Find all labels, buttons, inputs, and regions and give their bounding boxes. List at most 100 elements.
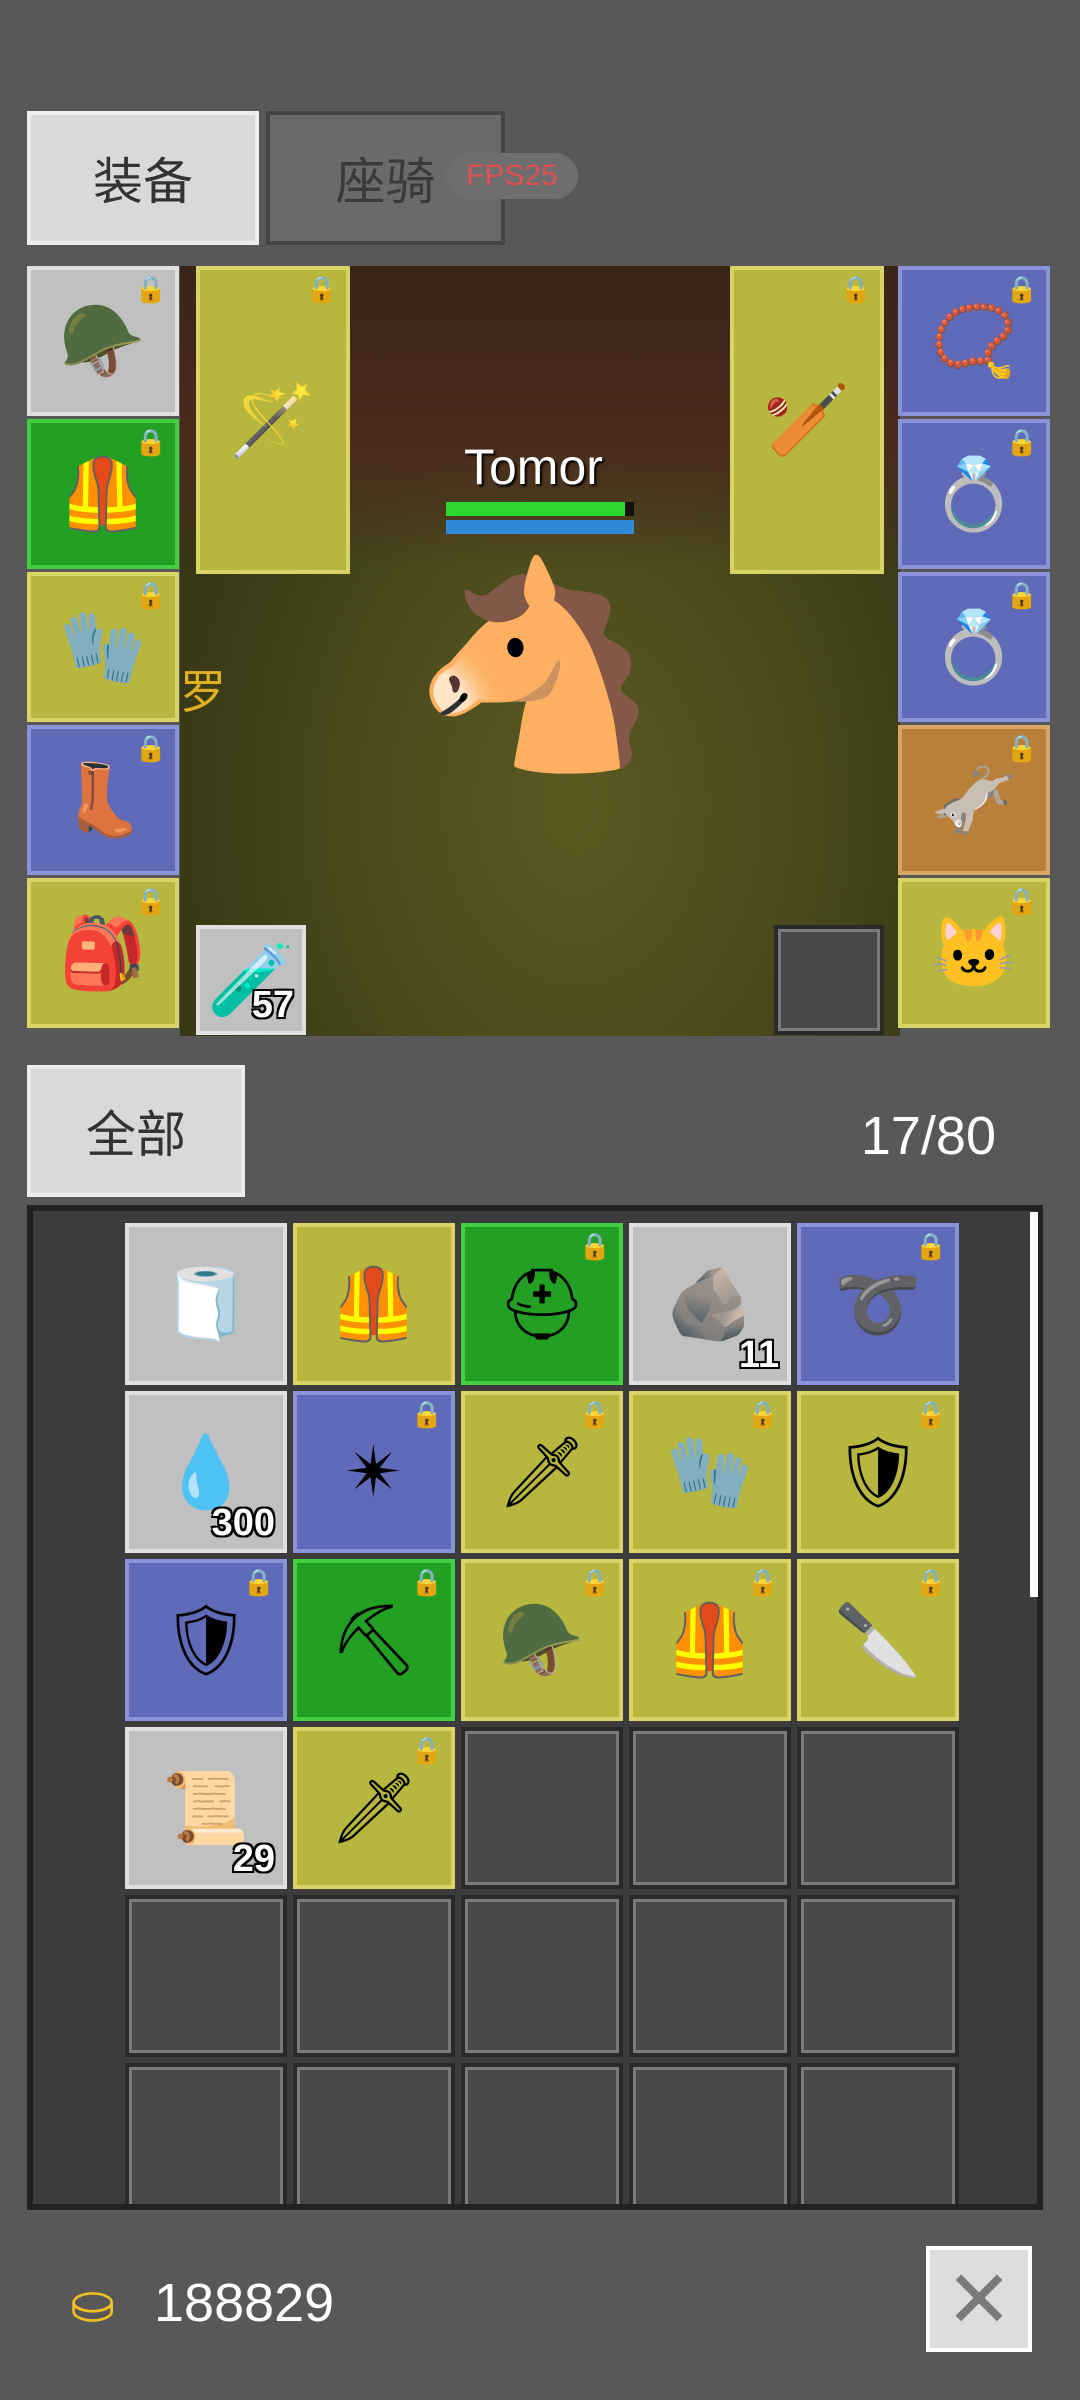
empty-inventory-slot[interactable] (293, 1895, 455, 2057)
right-equip-slot[interactable]: 🐱 🔒 (898, 878, 1050, 1028)
inventory-slot[interactable]: 🛡 🔒 (797, 1391, 959, 1553)
lock-icon: 🔒 (410, 1735, 443, 1765)
blue-gem-icon: 💧 (162, 1433, 250, 1511)
lock-icon: 🔒 (578, 1567, 611, 1597)
lock-icon: 🔒 (578, 1399, 611, 1429)
inventory-grid[interactable]: 🧻 🦺 ⛑ 🔒 🪨 11 ➰ 🔒 💧 300 ✴ 🔒 🗡 🔒 🧤 🔒 🛡 🔒 🛡 🔒 ⛏ 🔒 🪖 🔒 🦺 🔒 🔪 🔒 📜 29 🗡 🔒 (27, 1205, 1043, 2210)
inventory-scrollbar[interactable] (1030, 1212, 1038, 1597)
lock-icon: 🔒 (1005, 427, 1038, 457)
glove-icon: 🧤 (59, 608, 147, 686)
left-equip-slot[interactable]: 🎒 🔒 (27, 878, 179, 1028)
lock-icon: 🔒 (746, 1399, 779, 1429)
hp-bar-track (446, 502, 634, 516)
gold-helm-icon: ⛑ (497, 1265, 587, 1343)
inventory-slot[interactable]: ⛑ 🔒 (461, 1223, 623, 1385)
lock-icon: 🔒 (578, 1231, 611, 1261)
ore-icon: 🪨 (666, 1265, 754, 1343)
lock-icon: 🔒 (1005, 733, 1038, 763)
inventory-slot[interactable]: ⛏ 🔒 (293, 1559, 455, 1721)
character-name: Tomor (464, 439, 603, 495)
inventory-slot[interactable]: 💧 300 (125, 1391, 287, 1553)
inventory-slot[interactable]: 🧻 (125, 1223, 287, 1385)
empty-inventory-slot[interactable] (461, 2063, 623, 2204)
helmet-icon: 🪖 (59, 302, 147, 380)
inventory-capacity: 17/80 (860, 1106, 996, 1166)
inventory-slot[interactable]: 🗡 🔒 (293, 1727, 455, 1889)
cloth-icon: 🧻 (162, 1265, 250, 1343)
empty-inventory-slot[interactable] (125, 2063, 287, 2204)
scene-label: 罗 (180, 666, 226, 718)
close-icon: ✕ (945, 2254, 1013, 2344)
tab-equipment[interactable]: 装备 (27, 111, 259, 245)
scroll-icon: 📜 (162, 1769, 250, 1847)
gold-amount: 188829 (154, 2273, 335, 2333)
lock-icon: 🔒 (134, 274, 167, 304)
empty-quickslot[interactable] (774, 925, 884, 1035)
inventory-slot[interactable]: 🔪 🔒 (797, 1559, 959, 1721)
belt-icon: 🎒 (59, 914, 147, 992)
empty-inventory-slot[interactable] (461, 1895, 623, 2057)
lock-icon: 🔒 (839, 274, 872, 304)
inventory-slot[interactable]: 🦺 (293, 1223, 455, 1385)
close-button[interactable]: ✕ (926, 2246, 1032, 2352)
potion-quickslot[interactable]: 🧪 57 (196, 925, 306, 1035)
item-count: 300 (211, 1502, 275, 1544)
amulet-icon: 📿 (930, 302, 1018, 380)
filter-all-button[interactable]: 全部 (27, 1065, 245, 1197)
short-sword-icon: 🔪 (834, 1601, 922, 1679)
empty-inventory-slot[interactable] (797, 2063, 959, 2204)
left-equip-slot[interactable]: 👢 🔒 (27, 725, 179, 875)
right-equip-slot[interactable]: 💍 🔒 (898, 419, 1050, 569)
leather-armor-icon: 🦺 (330, 1265, 418, 1343)
inventory-slot[interactable]: 🦺 🔒 (629, 1559, 791, 1721)
leather-armor-icon: 🦺 (666, 1601, 754, 1679)
left-equip-slot[interactable]: 🧤 🔒 (27, 572, 179, 722)
right-equip-slot[interactable]: 📿 🔒 (898, 266, 1050, 416)
armor-icon: 🦺 (59, 455, 147, 533)
staff-icon: 🪄 (229, 381, 317, 459)
hp-bar-fill (446, 502, 625, 516)
lock-icon: 🔒 (305, 274, 338, 304)
lock-icon: 🔒 (1005, 580, 1038, 610)
inventory-slot[interactable]: 🗡 🔒 (461, 1391, 623, 1553)
right-equip-slot[interactable]: 🫏 🔒 (898, 725, 1050, 875)
empty-inventory-slot[interactable] (461, 1727, 623, 1889)
empty-inventory-slot[interactable] (629, 1895, 791, 2057)
lock-icon: 🔒 (746, 1567, 779, 1597)
lock-icon: 🔒 (410, 1567, 443, 1597)
pickaxe-icon: ⛏ (329, 1601, 419, 1679)
left-equip-slot[interactable]: 🦺 🔒 (27, 419, 179, 569)
ring-blue-icon: 💍 (930, 455, 1018, 533)
inventory-slot[interactable]: 🪖 🔒 (461, 1559, 623, 1721)
belt-icon: ➰ (834, 1265, 922, 1343)
mp-bar-fill (446, 520, 634, 534)
lock-icon: 🔒 (914, 1399, 947, 1429)
item-count: 29 (232, 1838, 275, 1880)
weapon-offhand-slot[interactable]: 🏏 🔒 (730, 266, 884, 574)
boots-icon: 👢 (59, 761, 147, 839)
empty-inventory-slot[interactable] (125, 1895, 287, 2057)
inventory-slot[interactable]: ➰ 🔒 (797, 1223, 959, 1385)
empty-inventory-slot[interactable] (797, 1895, 959, 2057)
inventory-slot[interactable]: 🪨 11 (629, 1223, 791, 1385)
inventory-slot[interactable]: 📜 29 (125, 1727, 287, 1889)
round-shield-icon: 🛡 (161, 1601, 251, 1679)
dagger-icon: 🗡 (329, 1769, 419, 1847)
right-equip-slot[interactable]: 💍 🔒 (898, 572, 1050, 722)
spiked-shield-icon: ✴ (344, 1433, 404, 1511)
inventory-slot[interactable]: ✴ 🔒 (293, 1391, 455, 1553)
inventory-slot[interactable]: 🛡 🔒 (125, 1559, 287, 1721)
left-equip-slot[interactable]: 🪖 🔒 (27, 266, 179, 416)
horned-helmet-icon: 🪖 (498, 1601, 586, 1679)
empty-inventory-slot[interactable] (629, 2063, 791, 2204)
mp-bar-track (446, 520, 634, 534)
item-count: 57 (251, 984, 294, 1026)
weapon-main-slot[interactable]: 🪄 🔒 (196, 266, 350, 574)
empty-inventory-slot[interactable] (629, 1727, 791, 1889)
glove-icon: 🧤 (666, 1433, 754, 1511)
empty-inventory-slot[interactable] (293, 2063, 455, 2204)
empty-inventory-slot[interactable] (797, 1727, 959, 1889)
inventory-slot[interactable]: 🧤 🔒 (629, 1391, 791, 1553)
sword-icon: 🗡 (497, 1433, 587, 1511)
pet-cat-icon: 🐱 (930, 914, 1018, 992)
